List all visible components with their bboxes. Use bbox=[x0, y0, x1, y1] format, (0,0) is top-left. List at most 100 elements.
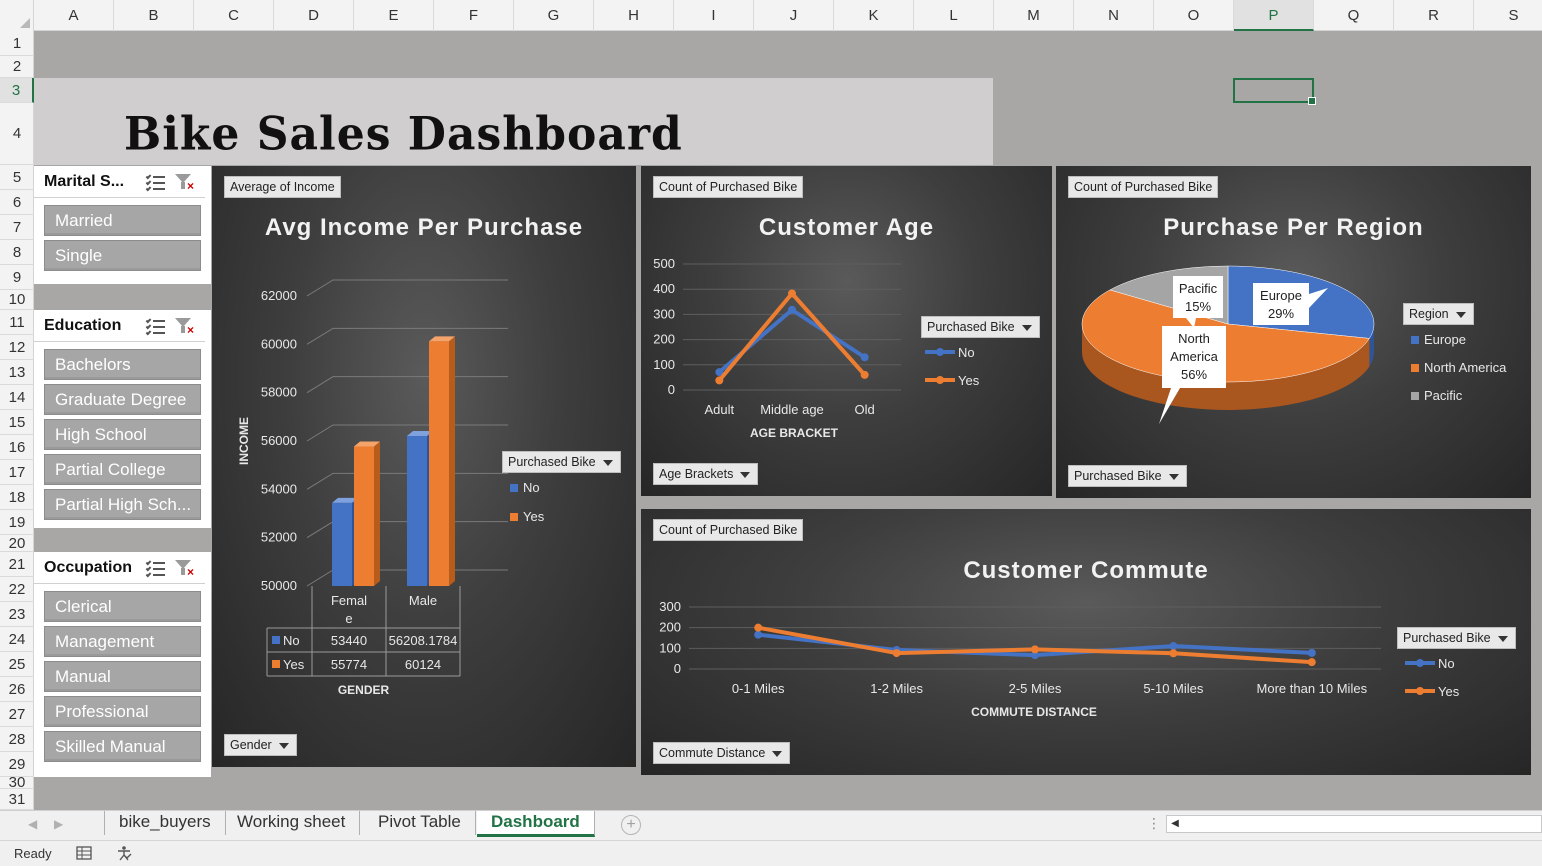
slicer-item-professional[interactable]: Professional bbox=[44, 696, 201, 727]
chart-purchase-per-region[interactable]: Count of Purchased Bike Purchase Per Reg… bbox=[1056, 166, 1531, 498]
table-icon[interactable] bbox=[76, 845, 92, 861]
column-header-o[interactable]: O bbox=[1154, 0, 1234, 31]
row-header-21[interactable]: 21 bbox=[0, 552, 34, 577]
plus-circle-icon[interactable]: + bbox=[621, 815, 641, 835]
row-header-10[interactable]: 10 bbox=[0, 290, 34, 310]
sheet-tab-working-sheet[interactable]: Working sheet bbox=[223, 811, 361, 835]
data-label: Europe bbox=[1260, 288, 1302, 303]
slicer-education: Education × Bachelors Graduate Degree Hi… bbox=[34, 310, 211, 528]
row-header-11[interactable]: 11 bbox=[0, 310, 34, 335]
horizontal-scrollbar[interactable] bbox=[1166, 815, 1542, 833]
slicer-item-high-school[interactable]: High School bbox=[44, 419, 201, 450]
row-header-19[interactable]: 19 bbox=[0, 510, 34, 535]
sheet-tab-dashboard[interactable]: Dashboard bbox=[477, 811, 595, 837]
legend-field-button[interactable]: Purchased Bike bbox=[1397, 627, 1516, 649]
multi-select-icon[interactable] bbox=[145, 172, 167, 192]
row-header-1[interactable]: 1 bbox=[0, 31, 34, 56]
column-header-p[interactable]: P bbox=[1234, 0, 1314, 31]
axis-field-button[interactable]: Purchased Bike bbox=[1068, 465, 1187, 487]
row-header-16[interactable]: 16 bbox=[0, 435, 34, 460]
scroll-left-arrow-icon[interactable]: ◀ bbox=[1166, 815, 1184, 833]
row-header-22[interactable]: 22 bbox=[0, 577, 34, 602]
legend-key-yes bbox=[272, 660, 280, 668]
legend-field-button[interactable]: Region bbox=[1403, 303, 1474, 325]
row-header-28[interactable]: 28 bbox=[0, 727, 34, 752]
sheet-tab-bike-buyers[interactable]: bike_buyers bbox=[104, 811, 226, 835]
axis-field-button[interactable]: Commute Distance bbox=[653, 742, 791, 764]
row-header-14[interactable]: 14 bbox=[0, 385, 34, 410]
sheet-tab-pivot-table[interactable]: Pivot Table bbox=[364, 811, 476, 835]
clear-filter-icon[interactable]: × bbox=[175, 316, 197, 336]
tab-scroll-right-icon[interactable]: ▶ bbox=[54, 817, 63, 831]
row-header-5[interactable]: 5 bbox=[0, 165, 34, 190]
row-header-9[interactable]: 9 bbox=[0, 265, 34, 290]
chart-customer-age[interactable]: Count of Purchased Bike Customer Age 500… bbox=[641, 166, 1052, 496]
row-header-30[interactable]: 30 bbox=[0, 774, 34, 791]
slicer-item-manual[interactable]: Manual bbox=[44, 661, 201, 692]
row-header-7[interactable]: 7 bbox=[0, 215, 34, 240]
row-header-12[interactable]: 12 bbox=[0, 335, 34, 360]
row-header-17[interactable]: 17 bbox=[0, 460, 34, 485]
axis-field-button[interactable]: Age Brackets bbox=[653, 463, 759, 485]
row-header-3[interactable]: 3 bbox=[0, 78, 34, 103]
column-header-s[interactable]: S bbox=[1474, 0, 1542, 31]
slicer-item-clerical[interactable]: Clerical bbox=[44, 591, 201, 622]
row-header-8[interactable]: 8 bbox=[0, 240, 34, 265]
column-header-b[interactable]: B bbox=[114, 0, 194, 31]
accessibility-check-icon[interactable] bbox=[116, 845, 132, 861]
slicer-item-graduate-degree[interactable]: Graduate Degree bbox=[44, 384, 201, 415]
column-header-a[interactable]: A bbox=[34, 0, 114, 31]
data-label: Pacific bbox=[1179, 281, 1218, 296]
row-header-4[interactable]: 4 bbox=[0, 103, 34, 165]
selected-cell-P3[interactable] bbox=[1233, 78, 1316, 105]
chart-avg-income[interactable]: Average of Income Avg Income Per Purchas… bbox=[212, 166, 636, 767]
series-line-no bbox=[718, 307, 866, 374]
chart-customer-commute[interactable]: Count of Purchased Bike Customer Commute… bbox=[641, 509, 1531, 775]
column-header-q[interactable]: Q bbox=[1314, 0, 1394, 31]
row-header-2[interactable]: 2 bbox=[0, 56, 34, 78]
legend-field-button[interactable]: Purchased Bike bbox=[921, 316, 1040, 338]
column-header-c[interactable]: C bbox=[194, 0, 274, 31]
row-header-13[interactable]: 13 bbox=[0, 360, 34, 385]
column-header-i[interactable]: I bbox=[674, 0, 754, 31]
column-header-d[interactable]: D bbox=[274, 0, 354, 31]
multi-select-icon[interactable] bbox=[145, 558, 167, 578]
row-header-20[interactable]: 20 bbox=[0, 535, 34, 552]
slicer-item-single[interactable]: Single bbox=[44, 240, 201, 271]
column-header-g[interactable]: G bbox=[514, 0, 594, 31]
slicer-item-partial-college[interactable]: Partial College bbox=[44, 454, 201, 485]
column-header-j[interactable]: J bbox=[754, 0, 834, 31]
tab-scroll-left-icon[interactable]: ◀ bbox=[28, 817, 37, 831]
splitter-handle-icon[interactable]: ⋮ bbox=[1147, 815, 1161, 832]
column-header-r[interactable]: R bbox=[1394, 0, 1474, 31]
column-header-n[interactable]: N bbox=[1074, 0, 1154, 31]
legend-key-no bbox=[510, 484, 518, 492]
axis-field-button[interactable]: Gender bbox=[224, 734, 297, 756]
column-header-f[interactable]: F bbox=[434, 0, 514, 31]
select-all-corner[interactable] bbox=[0, 0, 34, 31]
slicer-item-married[interactable]: Married bbox=[44, 205, 201, 236]
row-header-18[interactable]: 18 bbox=[0, 485, 34, 510]
slicer-item-skilled-manual[interactable]: Skilled Manual bbox=[44, 731, 201, 762]
legend-field-button[interactable]: Purchased Bike bbox=[502, 451, 621, 473]
slicer-item-bachelors[interactable]: Bachelors bbox=[44, 349, 201, 380]
row-header-6[interactable]: 6 bbox=[0, 190, 34, 215]
slicer-item-partial-high-school[interactable]: Partial High Sch... bbox=[44, 489, 201, 520]
column-header-l[interactable]: L bbox=[914, 0, 994, 31]
column-header-e[interactable]: E bbox=[354, 0, 434, 31]
row-header-31[interactable]: 31 bbox=[0, 789, 34, 810]
multi-select-icon[interactable] bbox=[145, 316, 167, 336]
row-header-24[interactable]: 24 bbox=[0, 627, 34, 652]
row-header-15[interactable]: 15 bbox=[0, 410, 34, 435]
column-header-m[interactable]: M bbox=[994, 0, 1074, 31]
row-header-27[interactable]: 27 bbox=[0, 702, 34, 727]
column-header-k[interactable]: K bbox=[834, 0, 914, 31]
y-tick-label: 200 bbox=[653, 332, 675, 347]
clear-filter-icon[interactable]: × bbox=[175, 172, 197, 192]
row-header-25[interactable]: 25 bbox=[0, 652, 34, 677]
row-header-23[interactable]: 23 bbox=[0, 602, 34, 627]
column-header-h[interactable]: H bbox=[594, 0, 674, 31]
clear-filter-icon[interactable]: × bbox=[175, 558, 197, 578]
row-header-26[interactable]: 26 bbox=[0, 677, 34, 702]
slicer-item-management[interactable]: Management bbox=[44, 626, 201, 657]
